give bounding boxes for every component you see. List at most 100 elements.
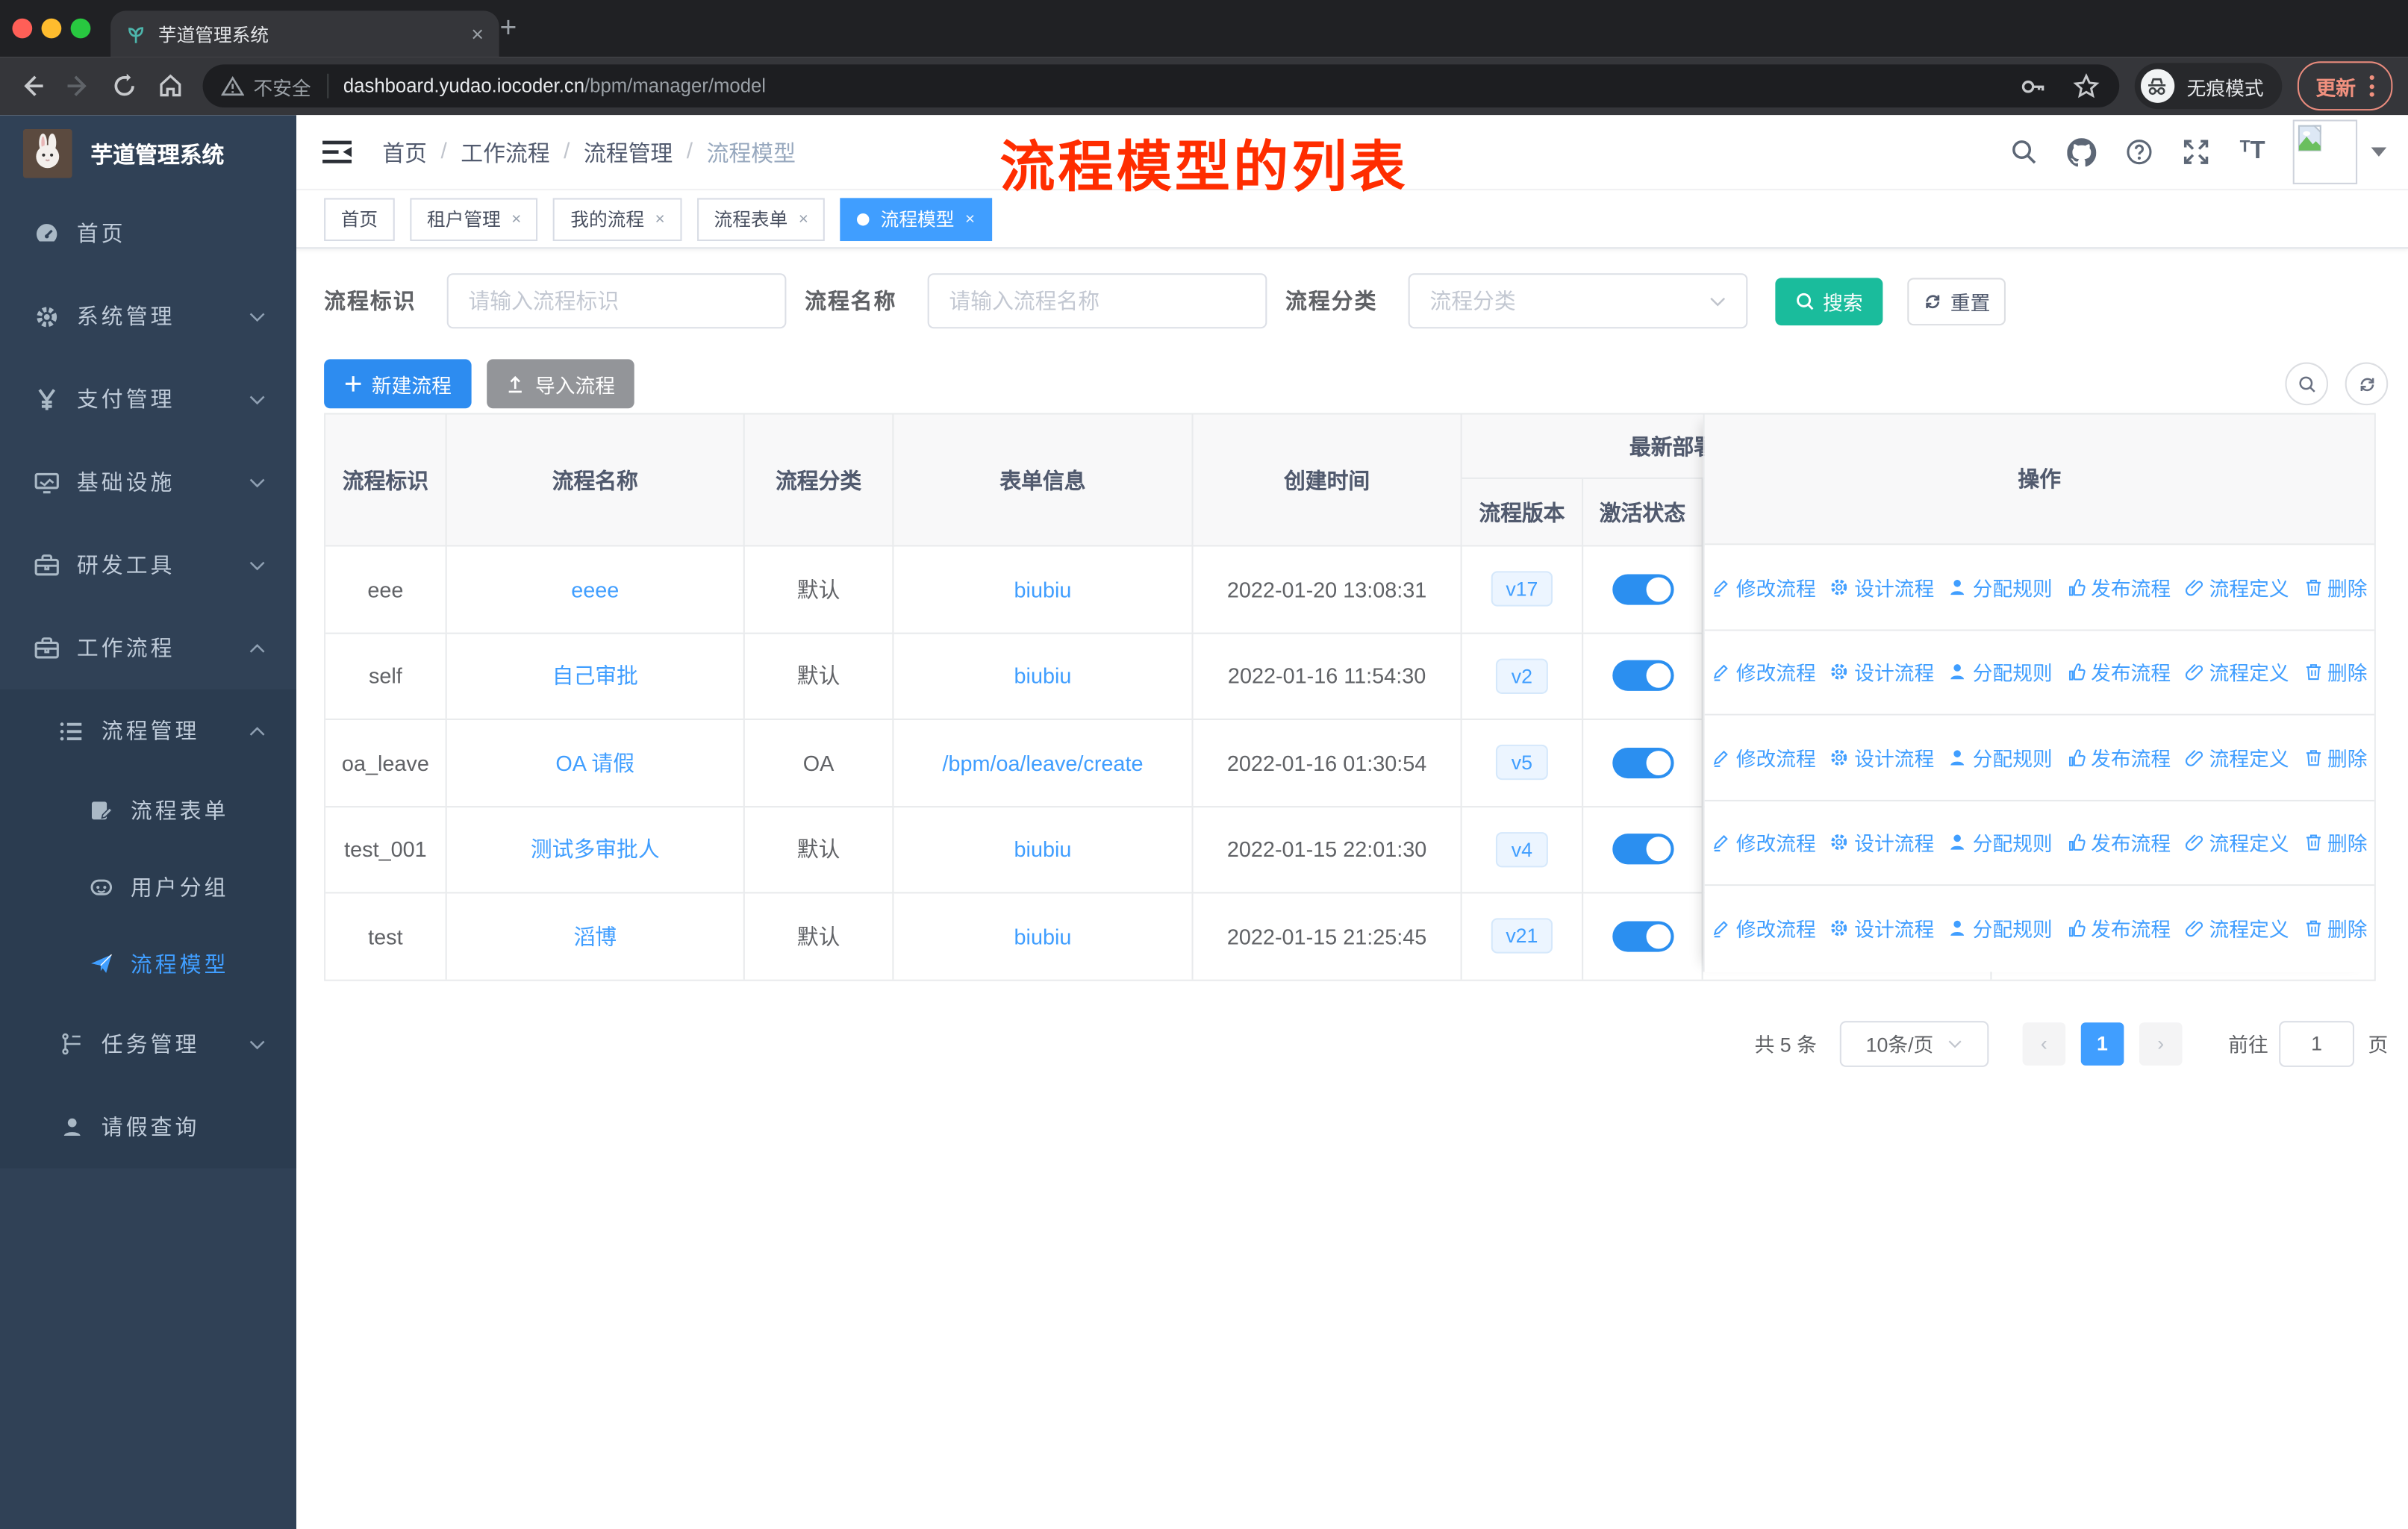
security-warning-icon[interactable] [221,75,245,97]
show-search-toggle-button[interactable] [2285,362,2329,406]
process-name-link[interactable]: eeee [571,577,619,601]
sidebar-item-dev-tools[interactable]: 研发工具 [0,524,296,607]
process-name-link[interactable]: 滔博 [573,921,617,951]
modify-process-link[interactable]: 修改流程 [1712,828,1816,857]
sidebar-item-process-form[interactable]: 流程表单 [0,772,296,849]
breadcrumb-home[interactable]: 首页 [382,136,427,168]
form-info-link[interactable]: /bpm/oa/leave/create [942,751,1143,775]
forward-icon[interactable] [64,72,92,100]
reload-icon[interactable] [110,72,138,100]
fullscreen-icon[interactable] [2183,138,2211,166]
goto-page-input[interactable] [2279,1020,2354,1066]
traffic-light-zoom[interactable] [70,18,91,39]
delete-link[interactable]: 删除 [2303,657,2368,687]
design-process-link[interactable]: 设计流程 [1830,572,1934,601]
tab-close-icon[interactable] [471,23,484,45]
process-name-link[interactable]: 测试多审批人 [531,834,660,865]
design-process-link[interactable]: 设计流程 [1830,914,1934,943]
process-category-select[interactable]: 流程分类 [1408,273,1748,329]
sidebar-item-home[interactable]: 首页 [0,192,296,275]
form-info-link[interactable]: biubiu [1014,924,1072,948]
font-size-icon[interactable]: TT [2240,138,2265,166]
traffic-light-close[interactable] [12,18,33,39]
bookmark-star-icon[interactable] [2071,72,2100,101]
design-process-link[interactable]: 设计流程 [1830,742,1934,772]
browser-menu-icon[interactable] [2369,75,2374,97]
tag-process-form[interactable]: 流程表单 [696,197,826,240]
publish-process-link[interactable]: 发布流程 [2066,828,2171,857]
next-page-button[interactable]: › [2139,1022,2183,1065]
menu-fold-icon[interactable] [322,140,352,164]
design-process-link[interactable]: 设计流程 [1830,657,1934,687]
create-process-button[interactable]: 新建流程 [324,359,472,409]
process-definition-link[interactable]: 流程定义 [2185,828,2289,857]
tag-home[interactable]: 首页 [324,197,395,240]
modify-process-link[interactable]: 修改流程 [1712,657,1816,687]
delete-link[interactable]: 删除 [2303,828,2368,857]
process-name-link[interactable]: OA 请假 [555,747,634,778]
sidebar-item-process-model[interactable]: 流程模型 [0,926,296,1003]
delete-link[interactable]: 删除 [2303,742,2368,772]
process-definition-link[interactable]: 流程定义 [2185,657,2289,687]
publish-process-link[interactable]: 发布流程 [2066,914,2171,943]
status-toggle[interactable] [1612,834,1674,865]
modify-process-link[interactable]: 修改流程 [1712,572,1816,601]
tag-close-icon[interactable] [799,210,808,228]
process-definition-link[interactable]: 流程定义 [2185,742,2289,772]
traffic-light-minimize[interactable] [41,18,62,39]
page-number-button[interactable]: 1 [2080,1022,2124,1065]
passkey-icon[interactable] [2018,72,2047,101]
sidebar-item-system[interactable]: 系统管理 [0,275,296,357]
process-id-input[interactable] [446,273,787,329]
process-name-input[interactable] [927,273,1267,329]
assign-rule-link[interactable]: 分配规则 [1948,572,2053,601]
search-button[interactable]: 搜索 [1775,277,1883,325]
status-toggle[interactable] [1612,747,1674,778]
url-host[interactable]: dashboard.yudao.iocoder.cn [343,75,584,97]
browser-tab[interactable]: 芋道管理系统 [110,10,499,57]
tag-my-process[interactable]: 我的流程 [553,197,682,240]
modify-process-link[interactable]: 修改流程 [1712,914,1816,943]
logo-row[interactable]: 芋道管理系统 [0,115,296,192]
tag-close-icon[interactable] [655,210,664,228]
url-path[interactable]: /bpm/manager/model [584,75,766,97]
status-toggle[interactable] [1612,573,1674,605]
sidebar-item-workflow[interactable]: 工作流程 [0,607,296,690]
form-info-link[interactable]: biubiu [1014,837,1072,862]
design-process-link[interactable]: 设计流程 [1830,828,1934,857]
avatar-dropdown-caret[interactable] [2371,147,2387,157]
form-info-link[interactable]: biubiu [1014,577,1072,601]
browser-update-button[interactable]: 更新 [2297,61,2393,111]
address-bar[interactable]: 不安全 dashboard.yudao.iocoder.cn/bpm/manag… [202,64,2120,108]
sidebar-item-process-management[interactable]: 流程管理 [0,690,296,772]
page-size-select[interactable]: 10条/页 [1839,1020,1989,1066]
sidebar-item-user-group[interactable]: 用户分组 [0,849,296,926]
avatar[interactable] [2292,119,2358,184]
import-process-button[interactable]: 导入流程 [487,359,634,409]
tag-process-model[interactable]: 流程模型 [840,197,992,240]
tag-tenant[interactable]: 租户管理 [410,197,539,240]
process-definition-link[interactable]: 流程定义 [2185,572,2289,601]
delete-link[interactable]: 删除 [2303,914,2368,943]
sidebar-item-payment[interactable]: 支付管理 [0,357,296,440]
status-toggle[interactable] [1612,660,1674,692]
sidebar-item-leave-query[interactable]: 请假查询 [0,1086,296,1169]
github-icon[interactable] [2068,137,2097,166]
refresh-table-button[interactable] [2345,362,2389,406]
publish-process-link[interactable]: 发布流程 [2066,657,2171,687]
breadcrumb-workflow[interactable]: 工作流程 [461,136,549,168]
delete-link[interactable]: 删除 [2303,572,2368,601]
assign-rule-link[interactable]: 分配规则 [1948,742,2053,772]
reset-button[interactable]: 重置 [1907,277,2006,325]
form-info-link[interactable]: biubiu [1014,663,1072,688]
home-icon[interactable] [157,72,184,100]
new-tab-button[interactable] [491,12,525,46]
search-icon[interactable] [2011,138,2039,166]
status-toggle[interactable] [1612,920,1674,952]
process-name-link[interactable]: 自己审批 [552,660,638,691]
breadcrumb-process-management[interactable]: 流程管理 [584,136,673,168]
assign-rule-link[interactable]: 分配规则 [1948,914,2053,943]
back-icon[interactable] [19,72,46,100]
sidebar-item-task-management[interactable]: 任务管理 [0,1002,296,1085]
security-label[interactable]: 不安全 [253,72,311,101]
